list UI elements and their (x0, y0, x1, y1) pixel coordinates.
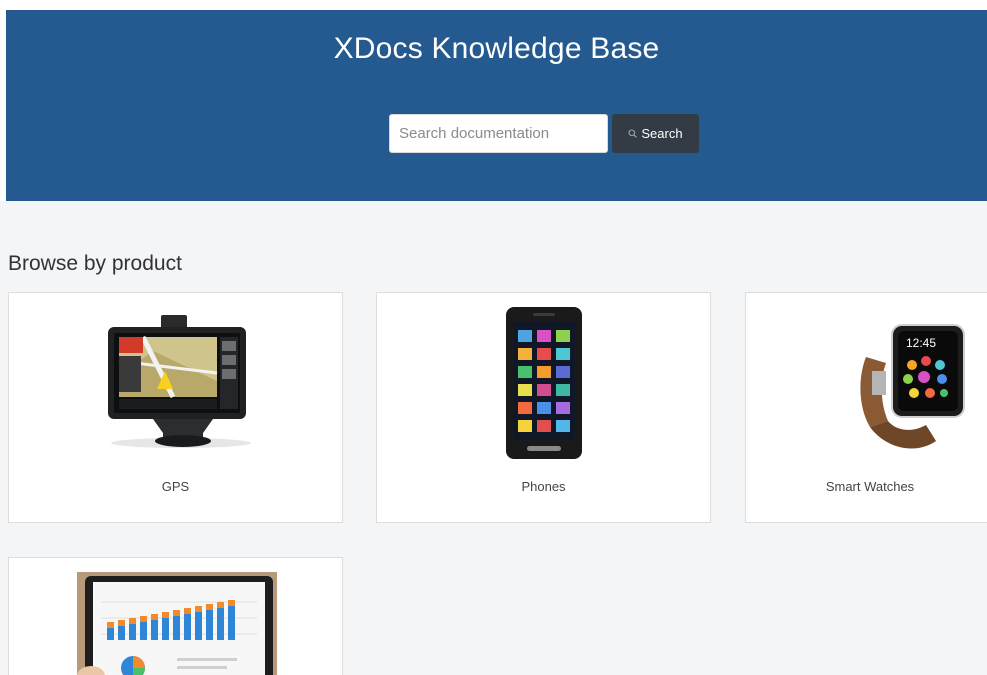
product-card-tablet[interactable] (8, 557, 343, 675)
tablet-chart-image (77, 572, 277, 675)
main-content: Browse by product GPS Phones 12:45 Smart… (0, 201, 987, 675)
hero-header: XDocs Knowledge Base Search (6, 10, 987, 201)
product-card-label: GPS (161, 479, 190, 494)
product-card-label: Smart Watches (825, 479, 915, 494)
product-card-label: Phones (521, 479, 566, 494)
page: XDocs Knowledge Base Search Browse by pr… (0, 0, 987, 675)
search-button-label: Search (641, 126, 683, 141)
search-button[interactable]: Search (612, 114, 699, 153)
search-icon (628, 129, 638, 138)
product-card-phones[interactable]: Phones (376, 292, 711, 523)
site-title: XDocs Knowledge Base (333, 32, 660, 65)
section-title: Browse by product (8, 252, 182, 275)
product-card-smart-watches[interactable]: 12:45 Smart Watches (745, 292, 987, 523)
search-input[interactable] (389, 114, 608, 153)
top-strip (0, 0, 987, 10)
product-card-gps[interactable]: GPS (8, 292, 343, 523)
search-form: Search (389, 114, 699, 153)
gps-device-image (108, 315, 251, 448)
smartwatch-image: 12:45 (860, 324, 965, 449)
smartphone-image (506, 307, 582, 459)
svg-text:12:45: 12:45 (906, 336, 936, 350)
